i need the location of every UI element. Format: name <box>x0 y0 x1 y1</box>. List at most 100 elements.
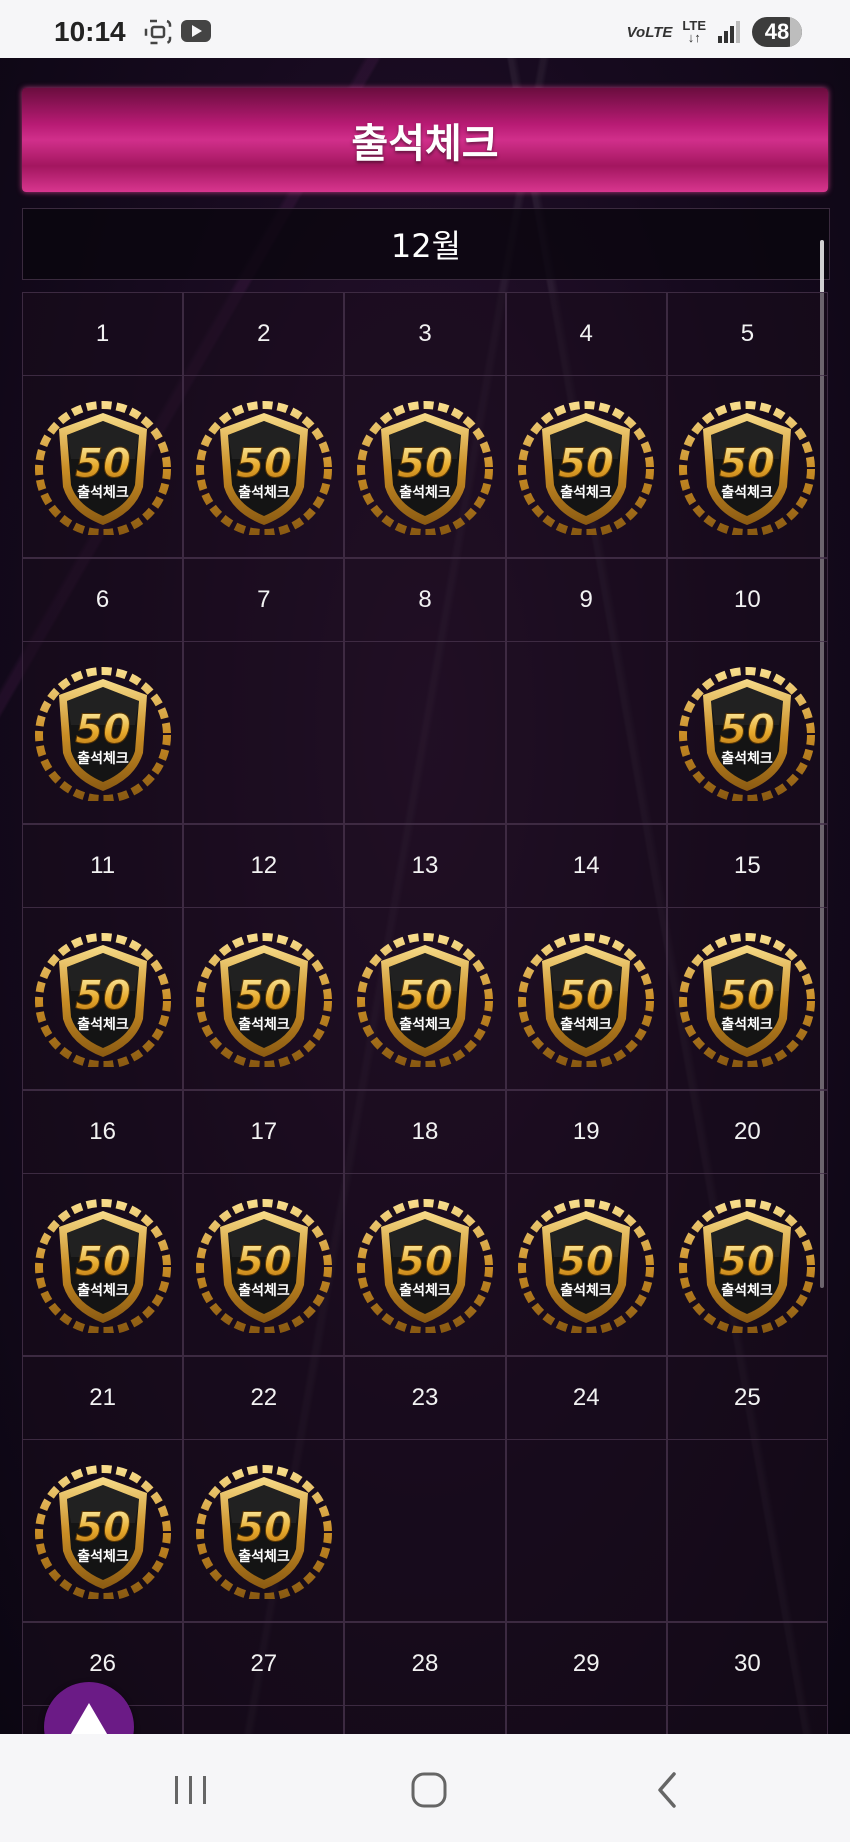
calendar-day-21[interactable]: 21 50 출석체크 <box>22 1356 184 1622</box>
triangle-up-icon <box>70 1703 108 1734</box>
day-number: 15 <box>667 825 827 908</box>
badge-caption: 출석체크 <box>560 484 612 501</box>
day-number: 29 <box>506 1623 666 1706</box>
home-icon <box>411 1772 447 1808</box>
badge-value: 50 <box>397 441 453 487</box>
day-number: 21 <box>23 1357 183 1440</box>
attendance-badge-icon: 50 출석체크 <box>195 399 332 535</box>
calendar-day-22[interactable]: 22 50 출석체크 <box>183 1356 345 1622</box>
day-number: 8 <box>345 559 505 642</box>
calendar-day-15[interactable]: 15 50 출석체크 <box>666 824 828 1090</box>
day-number: 20 <box>667 1091 827 1174</box>
calendar-day-8[interactable]: 8 <box>344 558 506 824</box>
badge-value: 50 <box>236 441 292 487</box>
calendar-day-14[interactable]: 14 50 출석체크 <box>505 824 667 1090</box>
calendar-day-23[interactable]: 23 <box>344 1356 506 1622</box>
calendar-day-3[interactable]: 3 50 출석체크 <box>344 292 506 558</box>
calendar-day-10[interactable]: 10 50 출석체크 <box>666 558 828 824</box>
attendance-badge-icon: 50 출석체크 <box>34 1197 171 1333</box>
calendar-day-13[interactable]: 13 50 출석체크 <box>344 824 506 1090</box>
badge-caption: 출석체크 <box>238 1016 290 1033</box>
badge-caption: 출석체크 <box>722 1016 774 1033</box>
badge-value: 50 <box>75 1239 131 1285</box>
badge-value: 50 <box>236 973 292 1019</box>
badge-caption: 출석체크 <box>77 750 129 767</box>
calendar-day-1[interactable]: 1 50 출석체크 <box>22 292 184 558</box>
day-number: 30 <box>667 1623 827 1706</box>
day-number: 1 <box>23 293 183 376</box>
badge-caption: 출석체크 <box>560 1282 612 1299</box>
calendar-day-12[interactable]: 12 50 출석체크 <box>183 824 345 1090</box>
back-button[interactable] <box>642 1768 692 1812</box>
day-number: 2 <box>184 293 344 376</box>
badge-caption: 출석체크 <box>238 1548 290 1565</box>
badge-caption: 출석체크 <box>238 1282 290 1299</box>
title-banner: 출석체크 <box>22 88 828 192</box>
calendar-day-17[interactable]: 17 50 출석체크 <box>183 1090 345 1356</box>
badge-caption: 출석체크 <box>399 1282 451 1299</box>
attendance-badge-icon: 50 출석체크 <box>195 931 332 1067</box>
day-number: 7 <box>184 559 344 642</box>
calendar-day-30[interactable]: 30 <box>666 1622 828 1734</box>
badge-caption: 출석체크 <box>77 484 129 501</box>
signal-icon <box>718 21 740 43</box>
calendar-day-2[interactable]: 2 50 출석체크 <box>183 292 345 558</box>
attendance-badge-icon: 50 출석체크 <box>357 931 493 1067</box>
badge-value: 50 <box>397 1239 453 1285</box>
day-number: 24 <box>506 1357 666 1440</box>
status-time: 10:14 <box>54 16 126 47</box>
attendance-badge-icon: 50 출석체크 <box>34 665 171 801</box>
calendar-day-28[interactable]: 28 <box>344 1622 506 1734</box>
attendance-badge-icon: 50 출석체크 <box>195 1463 332 1599</box>
badge-caption: 출석체크 <box>560 1016 612 1033</box>
day-number: 22 <box>184 1357 344 1440</box>
month-label: 12월 <box>390 227 462 265</box>
badge-value: 50 <box>720 973 776 1019</box>
attendance-badge-icon: 50 출석체크 <box>357 1197 493 1333</box>
calendar-day-20[interactable]: 20 50 출석체크 <box>666 1090 828 1356</box>
day-number: 17 <box>184 1091 344 1174</box>
badge-value: 50 <box>236 1239 292 1285</box>
day-number: 6 <box>23 559 183 642</box>
day-number: 5 <box>667 293 827 376</box>
day-number: 18 <box>345 1091 505 1174</box>
attendance-badge-icon: 50 출석체크 <box>34 399 171 535</box>
badge-caption: 출석체크 <box>722 484 774 501</box>
calendar-day-18[interactable]: 18 50 출석체크 <box>344 1090 506 1356</box>
badge-value: 50 <box>720 441 776 487</box>
attendance-badge-icon: 50 출석체크 <box>518 931 655 1067</box>
calendar-day-5[interactable]: 5 50 출석체크 <box>666 292 828 558</box>
calendar-day-19[interactable]: 19 50 출석체크 <box>505 1090 667 1356</box>
calendar-day-27[interactable]: 27 <box>183 1622 345 1734</box>
recent-apps-button[interactable] <box>166 1768 216 1812</box>
badge-caption: 출석체크 <box>399 1016 451 1033</box>
battery-indicator: 48 <box>752 17 802 47</box>
day-number: 12 <box>184 825 344 908</box>
badge-caption: 출석체크 <box>399 484 451 501</box>
badge-value: 50 <box>75 1505 131 1551</box>
badge-value: 50 <box>720 1239 776 1285</box>
calendar-day-25[interactable]: 25 <box>666 1356 828 1622</box>
badge-value: 50 <box>236 1505 292 1551</box>
badge-caption: 출석체크 <box>722 750 774 767</box>
calendar-day-4[interactable]: 4 50 출석체크 <box>505 292 667 558</box>
calendar-day-11[interactable]: 11 50 출석체크 <box>22 824 184 1090</box>
day-number: 11 <box>23 825 183 908</box>
calendar-day-24[interactable]: 24 <box>505 1356 667 1622</box>
calendar-day-29[interactable]: 29 <box>505 1622 667 1734</box>
calendar-day-6[interactable]: 6 50 출석체크 <box>22 558 184 824</box>
calendar-day-9[interactable]: 9 <box>505 558 667 824</box>
home-button[interactable] <box>404 1768 454 1812</box>
badge-value: 50 <box>397 973 453 1019</box>
youtube-icon <box>181 20 211 42</box>
badge-value: 50 <box>75 707 131 753</box>
badge-value: 50 <box>75 441 131 487</box>
volte-label: VoLTE <box>626 23 673 41</box>
calendar-day-16[interactable]: 16 50 출석체크 <box>22 1090 184 1356</box>
calendar-day-7[interactable]: 7 <box>183 558 345 824</box>
page-title: 출석체크 <box>351 121 499 167</box>
badge-value: 50 <box>75 973 131 1019</box>
day-number: 4 <box>506 293 666 376</box>
attendance-badge-icon: 50 출석체크 <box>679 665 816 801</box>
badge-caption: 출석체크 <box>238 484 290 501</box>
